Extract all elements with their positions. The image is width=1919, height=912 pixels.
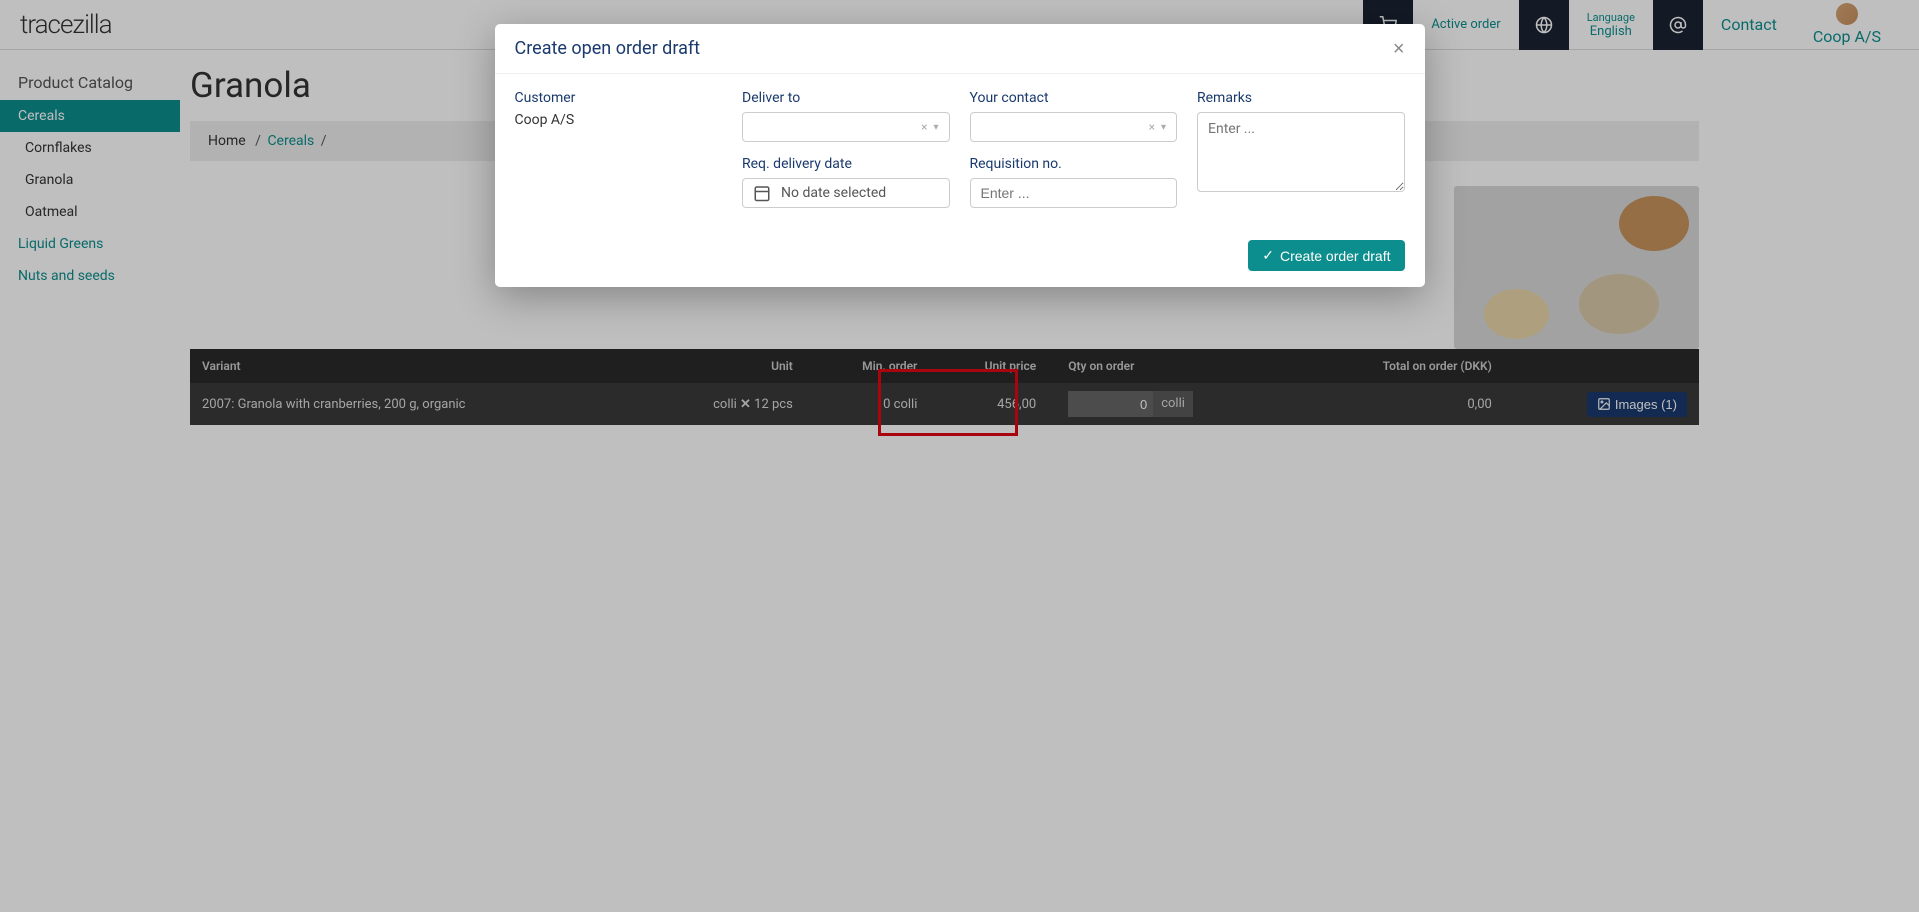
select-clear-icon[interactable]: × — [1149, 120, 1155, 134]
modal-footer: ✓ Create order draft — [495, 228, 1425, 287]
field-customer: Customer Coop A/S — [515, 90, 723, 142]
field-requisition-no: Requisition no. — [970, 156, 1178, 208]
reqdate-input[interactable]: No date selected — [742, 178, 950, 208]
field-your-contact: Your contact × ▾ — [970, 90, 1178, 142]
chevron-down-icon: ▾ — [1161, 122, 1166, 133]
field-remarks: Remarks — [1197, 90, 1405, 208]
customer-value: Coop A/S — [515, 112, 723, 128]
select-clear-icon[interactable]: × — [921, 120, 927, 134]
modal-overlay[interactable]: Create open order draft × Customer Coop … — [0, 0, 1919, 912]
create-button-label: Create order draft — [1280, 248, 1391, 264]
create-order-draft-button[interactable]: ✓ Create order draft — [1248, 240, 1404, 271]
reqno-label: Requisition no. — [970, 156, 1178, 172]
field-req-delivery-date: Req. delivery date No date selected — [742, 156, 950, 208]
deliver-select[interactable]: × ▾ — [742, 112, 950, 142]
field-deliver-to: Deliver to × ▾ — [742, 90, 950, 142]
check-icon: ✓ — [1262, 247, 1274, 264]
contact-label: Your contact — [970, 90, 1178, 106]
calendar-icon — [753, 184, 771, 202]
reqdate-placeholder: No date selected — [781, 185, 886, 201]
reqdate-label: Req. delivery date — [742, 156, 950, 172]
modal-header: Create open order draft × — [495, 24, 1425, 74]
modal-body: Customer Coop A/S Deliver to × ▾ Your co… — [495, 74, 1425, 228]
remarks-textarea[interactable] — [1197, 112, 1405, 192]
remarks-label: Remarks — [1197, 90, 1405, 106]
reqno-input[interactable] — [970, 178, 1178, 208]
chevron-down-icon: ▾ — [933, 122, 938, 133]
customer-label: Customer — [515, 90, 723, 106]
create-order-modal: Create open order draft × Customer Coop … — [495, 24, 1425, 287]
deliver-label: Deliver to — [742, 90, 950, 106]
contact-select[interactable]: × ▾ — [970, 112, 1178, 142]
modal-title: Create open order draft — [515, 38, 701, 59]
modal-close-button[interactable]: × — [1393, 39, 1405, 59]
